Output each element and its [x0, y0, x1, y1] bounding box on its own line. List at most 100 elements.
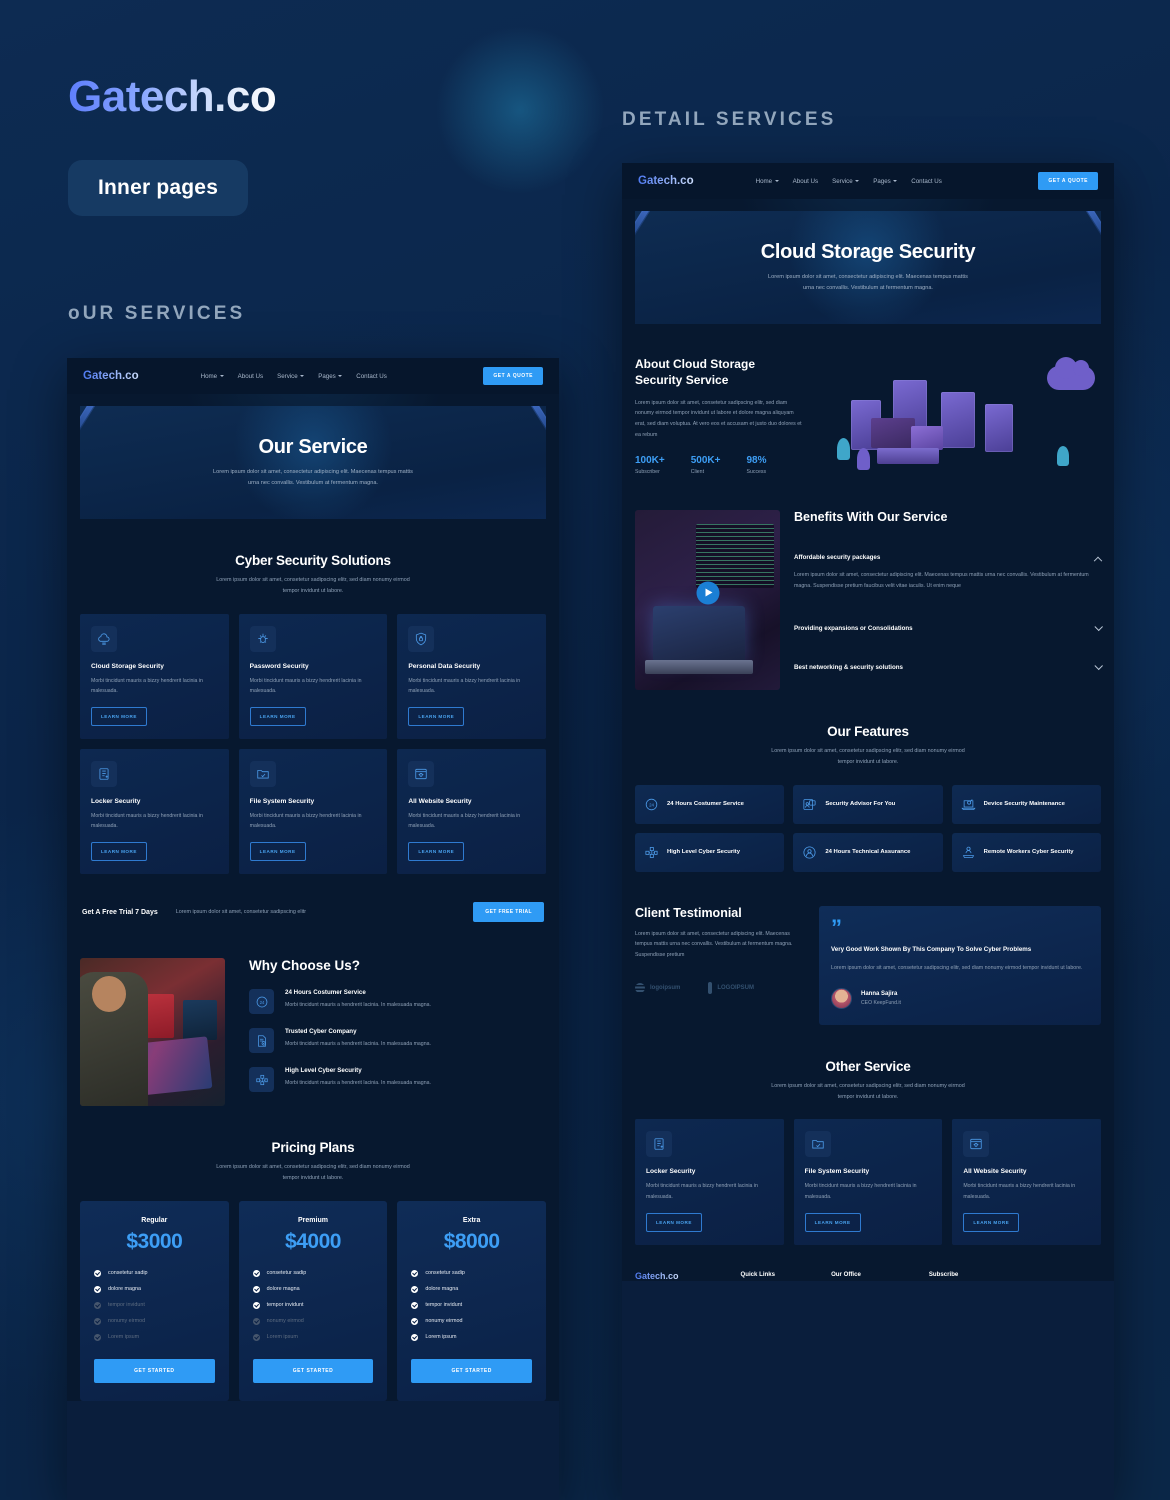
learn-more-button[interactable]: LEARN MORE: [249, 706, 306, 726]
plan-feature-label: dolore magna: [108, 1286, 141, 1293]
feature-card[interactable]: Remote Workers Cyber Security: [951, 832, 1101, 872]
feature-card[interactable]: 24 Hours Technical Assurance: [793, 832, 943, 872]
check-icon: [411, 1285, 419, 1293]
plan-feature-label: dolore magna: [425, 1286, 459, 1293]
nav-link-about-us[interactable]: About Us: [238, 373, 263, 380]
nav-link-contact-us[interactable]: Contact Us: [911, 178, 942, 185]
nav-link-label: Home: [200, 372, 218, 380]
nav-link-pages[interactable]: Pages: [873, 178, 898, 185]
plan-feature: consetetur sadip: [252, 1269, 374, 1277]
service-card-title: All Website Security: [408, 797, 472, 805]
technical-assurance-icon: [803, 846, 816, 859]
service-card[interactable]: File System Security Morbi tincidunt mau…: [793, 1119, 943, 1245]
nav-link-about-us[interactable]: About Us: [793, 178, 818, 185]
navbar: Gatech.co Home About Us Service Pages Co…: [67, 358, 559, 394]
plan-feature-list: consetetur sadip dolore magna tempor inv…: [94, 1269, 215, 1341]
stats-row: 100K+ Subscriber 500K+ Client 98% Succes…: [635, 455, 803, 475]
benefits-title: Benefits With Our Service: [794, 510, 948, 524]
hero-title: Cloud Storage Security: [760, 241, 976, 264]
free-trial-title: Get A Free Trial 7 Days: [82, 908, 158, 916]
service-card-desc: Morbi tincidunt mauris a bizzy hendrerit…: [91, 677, 203, 694]
nav-link-service[interactable]: Service: [832, 177, 860, 185]
footer-column-our-office[interactable]: Our Office: [831, 1271, 861, 1278]
section-subtitle: Lorem ipsum dolor sit amet, consetetur s…: [771, 1082, 965, 1100]
service-card[interactable]: Password Security Morbi tincidunt mauris…: [238, 613, 388, 739]
laptop-code-video-thumbnail[interactable]: [635, 510, 780, 690]
learn-more-button[interactable]: LEARN MORE: [249, 842, 306, 862]
get-started-button[interactable]: GET STARTED: [252, 1358, 374, 1383]
accordion-header[interactable]: Affordable security packages: [794, 545, 1103, 570]
learn-more-button[interactable]: LEARN MORE: [91, 842, 147, 862]
learn-more-button[interactable]: LEARN MORE: [963, 1212, 1020, 1232]
get-started-button[interactable]: GET STARTED: [411, 1358, 532, 1383]
pricing-plan-card[interactable]: Premium $4000 consetetur sadip dolore ma…: [238, 1200, 388, 1401]
get-a-quote-button[interactable]: GET A QUOTE: [483, 367, 543, 385]
laptop-keyboard: [645, 660, 753, 674]
learn-more-button[interactable]: LEARN MORE: [408, 842, 465, 862]
nav-logo[interactable]: Gatech.co: [83, 370, 139, 382]
get-free-trial-button[interactable]: GET FREE TRIAL: [473, 902, 544, 923]
nav-link-pages[interactable]: Pages: [318, 373, 343, 380]
section-subtitle: Lorem ipsum dolor sit amet, consetetur s…: [216, 1164, 410, 1181]
check-icon: [94, 1301, 101, 1309]
pricing-plan-card[interactable]: Extra $8000 consetetur sadip dolore magn…: [397, 1200, 546, 1401]
service-card[interactable]: File System Security Morbi tincidunt mau…: [238, 748, 388, 875]
nav-link-label: Home: [755, 177, 773, 185]
plan-feature: consetetur sadip: [411, 1269, 532, 1277]
get-a-quote-button[interactable]: GET A QUOTE: [1038, 172, 1098, 190]
nav-link-home[interactable]: Home: [201, 373, 224, 380]
plan-feature: dolore magna: [411, 1285, 532, 1293]
play-button-icon[interactable]: [696, 581, 719, 605]
get-started-button[interactable]: GET STARTED: [94, 1358, 215, 1383]
footer-column-quick-links[interactable]: Quick Links: [741, 1271, 776, 1278]
feature-card[interactable]: High Level Cyber Security: [635, 832, 785, 872]
check-icon: [252, 1269, 260, 1277]
laptop-base: [877, 448, 939, 464]
logoipsum-bar-icon: [708, 982, 713, 995]
accordion-title: Providing expansions or Consolidations: [794, 625, 913, 633]
accordion-header[interactable]: Providing expansions or Consolidations: [794, 616, 1103, 641]
service-card[interactable]: Cloud Storage Security Morbi tincidunt m…: [80, 613, 229, 739]
accordion-header[interactable]: Best networking & security solutions: [794, 655, 1103, 680]
learn-more-button[interactable]: LEARN MORE: [408, 706, 465, 726]
check-icon: [252, 1317, 260, 1325]
service-card[interactable]: Locker Security Morbi tincidunt mauris a…: [635, 1119, 784, 1245]
testimonial-intro: Client Testimonial Lorem ipsum dolor sit…: [635, 906, 803, 1025]
decorative-slash: [635, 211, 670, 247]
plan-feature: dolore magna: [252, 1285, 374, 1293]
nav-logo[interactable]: Gatech.co: [638, 175, 694, 187]
security-advisor-icon: [803, 798, 816, 810]
locker-icon: [91, 760, 117, 787]
feature-card[interactable]: Security Advisor For You: [793, 784, 943, 824]
learn-more-button[interactable]: LEARN MORE: [646, 1212, 702, 1232]
check-icon: [94, 1333, 101, 1341]
inner-pages-pill: Inner pages: [68, 160, 249, 216]
service-card[interactable]: Personal Data Security Morbi tincidunt m…: [397, 613, 546, 739]
feature-card[interactable]: 24 24 Hours Costumer Service: [635, 784, 785, 824]
client-logo-label: logoipsum: [650, 985, 681, 992]
free-trial-cta-bar: Get A Free Trial 7 Days Lorem ipsum dolo…: [80, 890, 546, 934]
plan-feature: tempor invidunt: [252, 1301, 374, 1309]
feature-card[interactable]: Device Security Maintenance: [951, 784, 1101, 824]
nav-link-label: Service: [832, 177, 853, 185]
service-card-title: Password Security: [249, 662, 309, 670]
learn-more-button[interactable]: LEARN MORE: [91, 706, 147, 726]
service-card[interactable]: All Website Security Morbi tincidunt mau…: [952, 1119, 1101, 1245]
nav-link-service[interactable]: Service: [277, 373, 305, 380]
why-item-desc: Morbi tincidunt mauris a hendrerit lacin…: [285, 1080, 431, 1087]
footer-logo[interactable]: Gatech.co: [635, 1271, 679, 1281]
learn-more-button[interactable]: LEARN MORE: [804, 1212, 861, 1232]
pricing-plan-card[interactable]: Regular $3000 consetetur sadip dolore ma…: [80, 1200, 229, 1401]
nav-link-home[interactable]: Home: [756, 178, 779, 185]
plan-name: Regular: [141, 1216, 168, 1224]
hero-subtitle: Lorem ipsum dolor sit amet, consectetur …: [768, 274, 968, 291]
plan-feature: dolore magna: [94, 1285, 215, 1293]
footer-column-subscribe[interactable]: Subscribe: [929, 1271, 958, 1278]
chevron-down-icon: [855, 180, 860, 182]
nav-link-contact-us[interactable]: Contact Us: [356, 373, 387, 380]
folder-check-icon: [804, 1131, 831, 1158]
service-card[interactable]: All Website Security Morbi tincidunt mau…: [397, 748, 546, 875]
pricing-plan-grid: Regular $3000 consetetur sadip dolore ma…: [80, 1200, 546, 1401]
service-card[interactable]: Locker Security Morbi tincidunt mauris a…: [80, 748, 229, 875]
hero-banner: Cloud Storage Security Lorem ipsum dolor…: [635, 211, 1101, 324]
